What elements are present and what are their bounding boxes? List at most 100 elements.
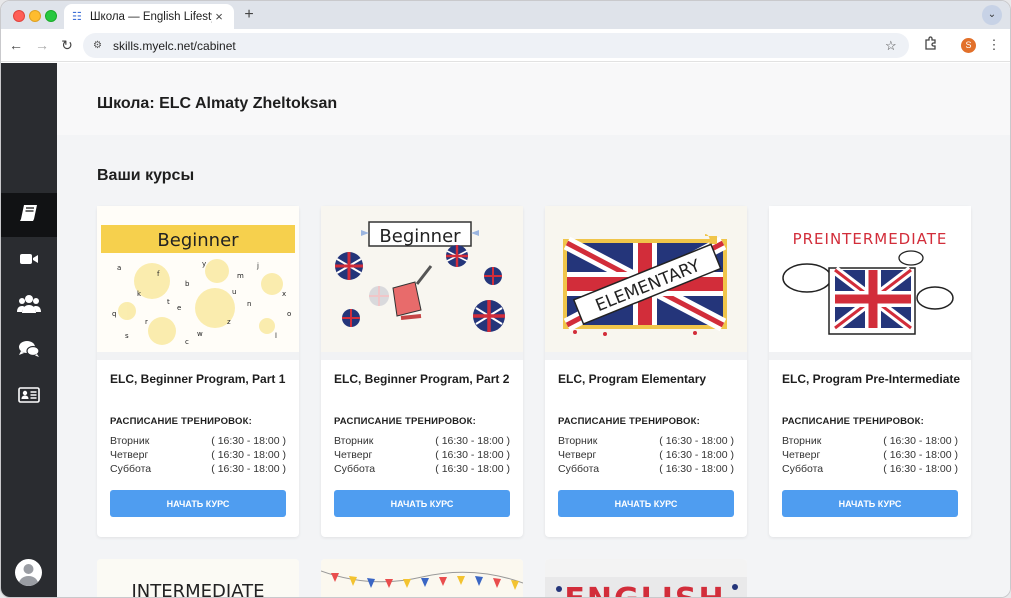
course-card[interactable]: akfby mjxqr ewznl stuoc Beginner ELC, Be…: [97, 206, 299, 537]
card-divider: [321, 352, 523, 360]
profile-avatar[interactable]: S: [961, 38, 976, 53]
schedule-label: РАСПИСАНИЕ ТРЕНИРОВОК:: [782, 416, 924, 427]
schedule-time: ( 16:30 - 18:00 ): [211, 463, 286, 475]
course-cover-image[interactable]: ELEMENTARY: [545, 206, 747, 352]
schedule-day: Четверг: [110, 449, 149, 461]
forward-arrow-icon[interactable]: →: [33, 36, 51, 54]
schedule-day: Суббота: [782, 463, 824, 475]
svg-text:l: l: [275, 332, 277, 340]
schedule-label: РАСПИСАНИЕ ТРЕНИРОВОК:: [110, 416, 252, 427]
sidebar-item-groups[interactable]: [1, 283, 57, 327]
svg-text:w: w: [197, 330, 203, 338]
start-course-button[interactable]: НАЧАТЬ КУРС: [558, 490, 734, 517]
course-cover-image[interactable]: akfby mjxqr ewznl stuoc Beginner: [97, 206, 299, 352]
cover-title: Beginner: [379, 226, 461, 247]
extensions-puzzle-icon[interactable]: [922, 36, 940, 54]
group-icon: [17, 293, 41, 318]
sidebar-item-video[interactable]: [1, 239, 57, 283]
browser-tab[interactable]: ☷ Школа — English Lifestyle Co ×: [64, 4, 234, 29]
svg-text:n: n: [247, 300, 251, 308]
chat-icon: [18, 340, 40, 363]
close-window-button[interactable]: [13, 10, 25, 22]
back-arrow-icon[interactable]: ←: [7, 36, 25, 54]
schedule-day: Суббота: [110, 463, 152, 475]
schedule-row: Суббота ( 16:30 - 18:00 ): [558, 463, 734, 477]
schedule-time: ( 16:30 - 18:00 ): [435, 463, 510, 475]
schedule-time: ( 16:30 - 18:00 ): [211, 435, 286, 447]
tab-title: Школа — English Lifestyle Co: [90, 10, 212, 23]
tab-search-chevron-down-icon[interactable]: ⌄: [982, 5, 1002, 25]
course-name: ELC, Beginner Program, Part 1: [110, 372, 286, 386]
site-settings-icon[interactable]: ⚙: [93, 40, 105, 51]
schedule-time: ( 16:30 - 18:00 ): [435, 449, 510, 461]
schedule-day: Вторник: [558, 435, 598, 447]
schedule-day: Вторник: [782, 435, 822, 447]
course-card[interactable]: ELEMENTARY ELC, Program Elementary РАСПИ…: [545, 206, 747, 537]
id-card-icon: [18, 386, 40, 408]
address-bar[interactable]: ⚙ skills.myelc.net/cabinet ☆: [83, 33, 909, 58]
schedule-row: Четверг ( 16:30 - 18:00 ): [558, 449, 734, 463]
course-card[interactable]: INTERMEDIATE: [97, 559, 299, 597]
schedule-time: ( 16:30 - 18:00 ): [659, 463, 734, 475]
svg-text:y: y: [202, 260, 206, 268]
schedule-row: Четверг ( 16:30 - 18:00 ): [782, 449, 958, 463]
course-name: ELC, Program Elementary: [558, 372, 707, 386]
course-card[interactable]: [321, 559, 523, 597]
course-card[interactable]: PREINTERMEDIATE ELC, Program Pre-Interme…: [769, 206, 971, 537]
sidebar-item-chat[interactable]: [1, 329, 57, 373]
schedule-row: Вторник ( 16:30 - 18:00 ): [334, 435, 510, 449]
schedule-row: Суббота ( 16:30 - 18:00 ): [334, 463, 510, 477]
course-card[interactable]: ENGLISH: [545, 559, 747, 598]
sidebar-item-courses[interactable]: [1, 193, 57, 237]
tab-close-icon[interactable]: ×: [212, 9, 226, 24]
card-divider: [97, 352, 299, 360]
card-divider: [769, 352, 971, 360]
cover-title: PREINTERMEDIATE: [793, 230, 948, 248]
course-card[interactable]: Beginner ELC, Beginner Program, Part 2 Р…: [321, 206, 523, 537]
svg-text:u: u: [232, 288, 236, 296]
schedule-label: РАСПИСАНИЕ ТРЕНИРОВОК:: [558, 416, 700, 427]
schedule-day: Четверг: [334, 449, 373, 461]
course-cover-image[interactable]: PREINTERMEDIATE: [769, 206, 971, 352]
start-course-button[interactable]: НАЧАТЬ КУРС: [782, 490, 958, 517]
svg-text:c: c: [185, 338, 189, 346]
school-header: Школа: ELC Almaty Zheltoksan: [57, 63, 1010, 135]
bunting-cover-image: [321, 559, 523, 597]
new-tab-button[interactable]: +: [240, 6, 258, 24]
sidebar-item-profile-card[interactable]: [1, 375, 57, 419]
start-course-button[interactable]: НАЧАТЬ КУРС: [334, 490, 510, 517]
schedule-day: Четверг: [558, 449, 597, 461]
schedule-time: ( 16:30 - 18:00 ): [883, 435, 958, 447]
card-divider: [545, 352, 747, 360]
schedule-row: Суббота ( 16:30 - 18:00 ): [110, 463, 286, 477]
svg-text:q: q: [112, 310, 116, 318]
maximize-window-button[interactable]: [45, 10, 57, 22]
course-cover-image[interactable]: Beginner: [321, 206, 523, 352]
svg-text:a: a: [117, 264, 121, 272]
course-name: ELC, Program Pre-Intermediate: [782, 372, 961, 386]
bookmark-star-icon[interactable]: ☆: [885, 38, 901, 54]
browser-toolbar: ← → ↻ ⚙ skills.myelc.net/cabinet ☆ S ⋮: [1, 29, 1010, 62]
svg-text:m: m: [237, 272, 244, 280]
schedule-day: Суббота: [334, 463, 376, 475]
schedule-row: Вторник ( 16:30 - 18:00 ): [782, 435, 958, 449]
card-body: ELC, Beginner Program, Part 2 РАСПИСАНИЕ…: [321, 360, 523, 537]
book-icon: [19, 204, 39, 227]
svg-text:r: r: [145, 318, 148, 326]
section-title: Ваши курсы: [97, 167, 195, 184]
cover-title: Beginner: [157, 230, 239, 251]
schedule-time: ( 16:30 - 18:00 ): [659, 449, 734, 461]
schedule-time: ( 16:30 - 18:00 ): [659, 435, 734, 447]
minimize-window-button[interactable]: [29, 10, 41, 22]
browser-menu-icon[interactable]: ⋮: [987, 36, 1001, 54]
schedule-row: Вторник ( 16:30 - 18:00 ): [558, 435, 734, 449]
schedule-label: РАСПИСАНИЕ ТРЕНИРОВОК:: [334, 416, 476, 427]
svg-text:x: x: [282, 290, 286, 298]
user-avatar[interactable]: [15, 559, 42, 586]
schedule-day: Суббота: [558, 463, 600, 475]
cover-title: ENGLISH: [564, 582, 725, 598]
start-course-button[interactable]: НАЧАТЬ КУРС: [110, 490, 286, 517]
svg-text:b: b: [185, 280, 190, 288]
svg-text:t: t: [167, 298, 170, 306]
reload-icon[interactable]: ↻: [58, 36, 76, 54]
